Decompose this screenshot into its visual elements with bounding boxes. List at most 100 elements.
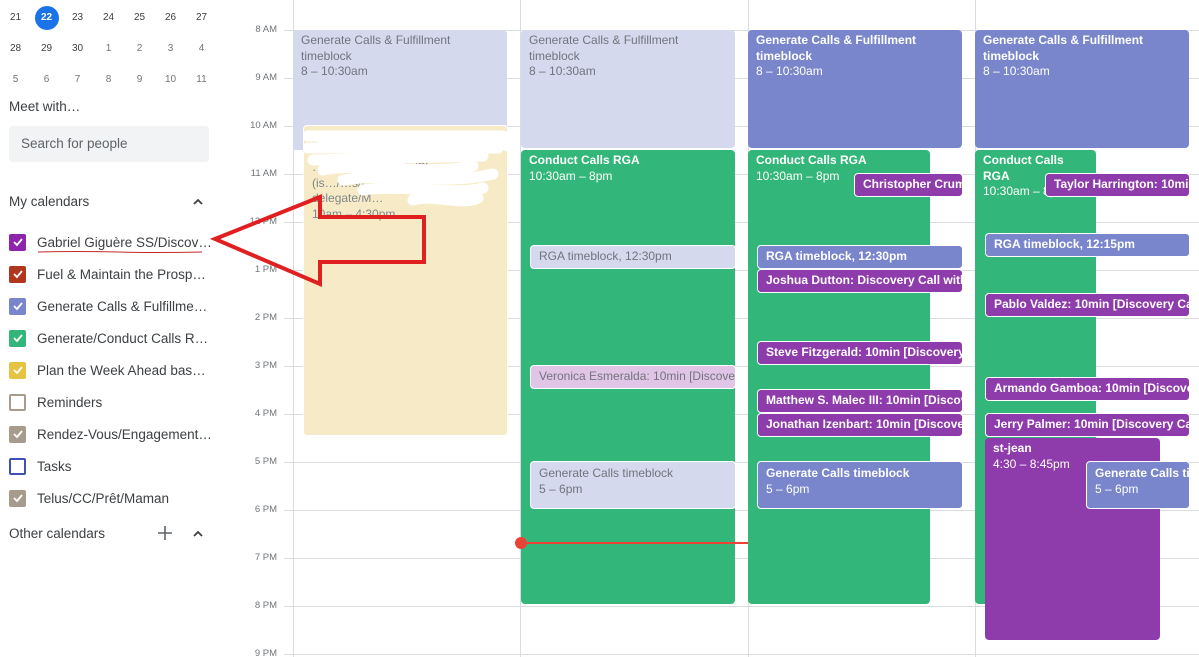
checkbox-checked[interactable]	[9, 329, 26, 347]
checkbox-checked[interactable]	[9, 265, 26, 283]
checkbox-checked[interactable]	[9, 233, 26, 251]
mini-calendar-day[interactable]: 11	[186, 68, 217, 92]
checkbox-unchecked[interactable]	[9, 393, 26, 411]
time-label: 2 PM	[254, 312, 277, 323]
event-time: 8 – 10:30am	[756, 64, 823, 78]
calendar-label: Tasks	[37, 458, 72, 474]
event-rga-timeblock[interactable]: RGA timeblock, 12:30pm	[530, 245, 736, 269]
event-generate-calls-fulfillment[interactable]: Generate Calls & Fulfillment timeblock 8…	[748, 30, 962, 148]
other-calendars-header[interactable]: Other calendars	[9, 526, 105, 541]
mini-calendar-day[interactable]: 29	[31, 37, 62, 61]
calendar-item[interactable]: Rendez-Vous/Engagement…	[9, 418, 213, 450]
calendar-item[interactable]: Plan the Week Ahead base…	[9, 354, 213, 386]
calendar-item[interactable]: Generate Calls & Fulfillme…	[9, 290, 213, 322]
event-time: 12:30pm	[625, 249, 672, 263]
event-title: Jonathan Izenbart: 10min [Discovery	[766, 417, 963, 431]
event-rga-timeblock[interactable]: RGA timeblock, 12:30pm	[757, 245, 963, 269]
calendar-item[interactable]: Fuel & Maintain the Prosp…	[9, 258, 213, 290]
event-title: Christopher Crump	[863, 177, 963, 191]
event-time: 8 – 10:30am	[301, 64, 368, 78]
mini-calendar-day[interactable]: 4	[186, 37, 217, 61]
event-generate-calls-fulfillment[interactable]: Generate Calls & Fulfillment timeblock 8…	[975, 30, 1189, 148]
event-generate-calls-fulfillment[interactable]: Generate Calls & Fulfillment timeblock 8…	[521, 30, 735, 148]
calendar-item[interactable]: Generate/Conduct Calls R…	[9, 322, 213, 354]
mini-calendar-day[interactable]: 28	[0, 37, 31, 61]
checkbox-checked[interactable]	[9, 425, 26, 443]
time-label: 5 PM	[254, 456, 277, 467]
day-number: 10	[164, 73, 177, 85]
event-armando-gamboa[interactable]: Armando Gamboa: 10min [Discovery	[985, 377, 1190, 401]
event-title: Veronica Esmeralda: 10min [Discove	[539, 369, 736, 383]
event-christopher-crump[interactable]: Christopher Crump	[854, 173, 963, 197]
event-generate-calls-timeblock[interactable]: Generate Calls timeblock 5 – 6pm	[530, 461, 736, 509]
event-jerry-palmer[interactable]: Jerry Palmer: 10min [Discovery Call]	[985, 413, 1190, 437]
event-jonathan-izenbart[interactable]: Jonathan Izenbart: 10min [Discovery	[757, 413, 963, 437]
calendar-label: Plan the Week Ahead base…	[37, 362, 213, 378]
checkbox-unchecked[interactable]	[9, 457, 26, 475]
event-title: Jerry Palmer: 10min [Discovery Call]	[994, 417, 1190, 431]
calendar-label: Gabriel Giguère SS/Discov…	[37, 234, 212, 250]
event-matthew-malec[interactable]: Matthew S. Malec III: 10min [Discov	[757, 389, 963, 413]
event-generate-calls-timeblock[interactable]: Generate Calls timeblock 5 – 6pm	[757, 461, 963, 509]
event-steve-fitzgerald[interactable]: Steve Fitzgerald: 10min [Discovery C	[757, 341, 963, 365]
chevron-up-icon[interactable]	[191, 527, 205, 541]
day-number: 7	[74, 73, 81, 85]
hour-gridline	[284, 654, 1199, 655]
mini-calendar-day[interactable]: 5	[0, 68, 31, 92]
mini-calendar-day[interactable]: 24	[93, 6, 124, 30]
day-number: 9	[136, 73, 143, 85]
calendar-label: Telus/CC/Prêt/Maman	[37, 490, 170, 506]
event-conduct-calls-rga[interactable]: Conduct Calls RGA 10:30am – 8pm	[748, 150, 930, 604]
event-joshua-dutton[interactable]: Joshua Dutton: Discovery Call with G	[757, 269, 963, 293]
mini-calendar-week: 21 22 23 24 25 26 27	[0, 2, 230, 33]
day-number: 1	[105, 42, 112, 54]
event-title: Joshua Dutton: Discovery Call with G	[766, 273, 963, 287]
day-number: 8	[105, 73, 112, 85]
event-generate-calls-timeblock[interactable]: Generate Calls timeblock 5 – 6pm	[1086, 461, 1190, 509]
mini-calendar-day[interactable]: 1	[93, 37, 124, 61]
calendar-item[interactable]: Tasks	[9, 450, 213, 482]
event-rga-timeblock[interactable]: RGA timeblock, 12:15pm	[985, 233, 1190, 257]
mini-calendar-day[interactable]: 7	[62, 68, 93, 92]
checkbox-checked[interactable]	[9, 489, 26, 507]
day-number: 3	[167, 42, 174, 54]
plus-icon[interactable]	[157, 525, 173, 541]
event-title: Steve Fitzgerald: 10min [Discovery C	[766, 345, 963, 359]
checkmark-icon	[12, 334, 23, 343]
event-taylor-harrington[interactable]: Taylor Harrington: 10min	[1045, 173, 1190, 197]
checkmark-icon	[12, 366, 23, 375]
event-title: Generate Calls & Fulfillment timeblock	[983, 33, 1144, 63]
chevron-up-icon[interactable]	[191, 195, 205, 209]
event-title: Taylor Harrington: 10min	[1054, 177, 1190, 191]
mini-calendar-day[interactable]: 8	[93, 68, 124, 92]
mini-calendar-day[interactable]: 21	[0, 6, 31, 30]
event-title: RGA timeblock	[539, 249, 619, 263]
day-number: 2	[136, 42, 143, 54]
mini-calendar-day[interactable]: 30	[62, 37, 93, 61]
mini-calendar-day[interactable]: 23	[62, 6, 93, 30]
checkbox-checked[interactable]	[9, 297, 26, 315]
day-number: 5	[12, 73, 19, 85]
calendar-item[interactable]: Reminders	[9, 386, 213, 418]
mini-calendar-today[interactable]: 22	[31, 5, 62, 30]
event-time: 8 – 10:30am	[983, 64, 1050, 78]
mini-calendar-day[interactable]: 10	[155, 68, 186, 92]
mini-calendar-day[interactable]: 2	[124, 37, 155, 61]
event-title: Generate Calls timeblock	[1095, 466, 1190, 480]
event-pablo-valdez[interactable]: Pablo Valdez: 10min [Discovery Call	[985, 293, 1190, 317]
mini-calendar-day[interactable]: 26	[155, 6, 186, 30]
checkbox-checked[interactable]	[9, 361, 26, 379]
mini-calendar-day[interactable]: 25	[124, 6, 155, 30]
search-people-input[interactable]: Search for people	[9, 126, 209, 162]
event-plan-week-ahead[interactable]: …nate… pro…ects/Sh…en… (is…/…s/L…) autom…	[303, 125, 508, 436]
event-title: RGA timeblock	[766, 249, 852, 263]
mini-calendar-day[interactable]: 6	[31, 68, 62, 92]
my-calendars-header[interactable]: My calendars	[9, 194, 89, 209]
mini-calendar-day[interactable]: 3	[155, 37, 186, 61]
mini-calendar-day[interactable]: 27	[186, 6, 217, 30]
calendar-item[interactable]: Telus/CC/Prêt/Maman	[9, 482, 213, 514]
mini-calendar-day[interactable]: 9	[124, 68, 155, 92]
time-label: 9 AM	[255, 72, 277, 83]
event-veronica-esmeralda[interactable]: Veronica Esmeralda: 10min [Discove	[530, 365, 736, 389]
day-number: 11	[196, 73, 207, 85]
